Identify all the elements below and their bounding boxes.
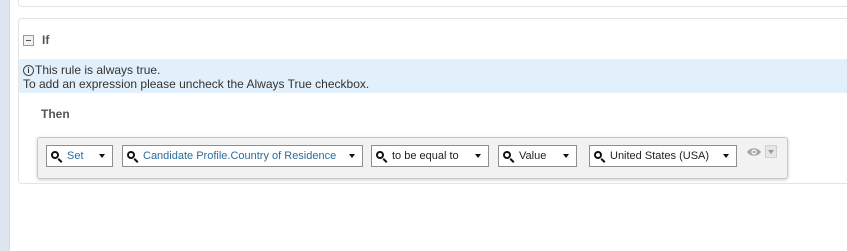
eye-options-chevron-down-icon[interactable] <box>765 145 777 158</box>
chevron-down-icon <box>99 154 105 158</box>
previous-panel <box>18 0 847 7</box>
search-icon <box>376 151 384 159</box>
search-icon <box>51 151 59 159</box>
value-dropdown[interactable]: United States (USA) <box>589 145 737 167</box>
search-icon <box>594 151 602 159</box>
if-header: If <box>23 32 49 48</box>
operator-dropdown[interactable]: to be equal to <box>371 145 489 167</box>
action-value: Set <box>67 150 84 162</box>
search-icon <box>503 151 511 159</box>
search-icon <box>127 151 135 159</box>
info-text-1: This rule is always true. <box>35 63 161 77</box>
info-icon: i <box>23 64 34 76</box>
chevron-down-icon <box>723 154 729 158</box>
always-true-info: i This rule is always true. To add an ex… <box>19 59 847 93</box>
chevron-down-icon <box>349 154 355 158</box>
field-value: Candidate Profile.Country of Residence <box>143 150 337 162</box>
operator-value: to be equal to <box>392 150 459 162</box>
then-label: Then <box>41 107 70 121</box>
action-dropdown[interactable]: Set <box>46 145 113 167</box>
info-line-1: i This rule is always true. <box>23 63 160 77</box>
collapse-icon[interactable] <box>23 34 34 46</box>
chevron-down-icon <box>475 154 481 158</box>
left-rail <box>0 0 10 251</box>
chevron-down-icon <box>563 154 569 158</box>
value-type-value: Value <box>519 150 547 162</box>
eye-icon[interactable] <box>746 146 762 158</box>
value-value: United States (USA) <box>610 150 710 162</box>
field-dropdown[interactable]: Candidate Profile.Country of Residence <box>122 145 363 167</box>
if-label: If <box>42 33 50 47</box>
info-text-2: To add an expression please uncheck the … <box>23 77 370 91</box>
value-type-dropdown[interactable]: Value <box>498 145 577 167</box>
